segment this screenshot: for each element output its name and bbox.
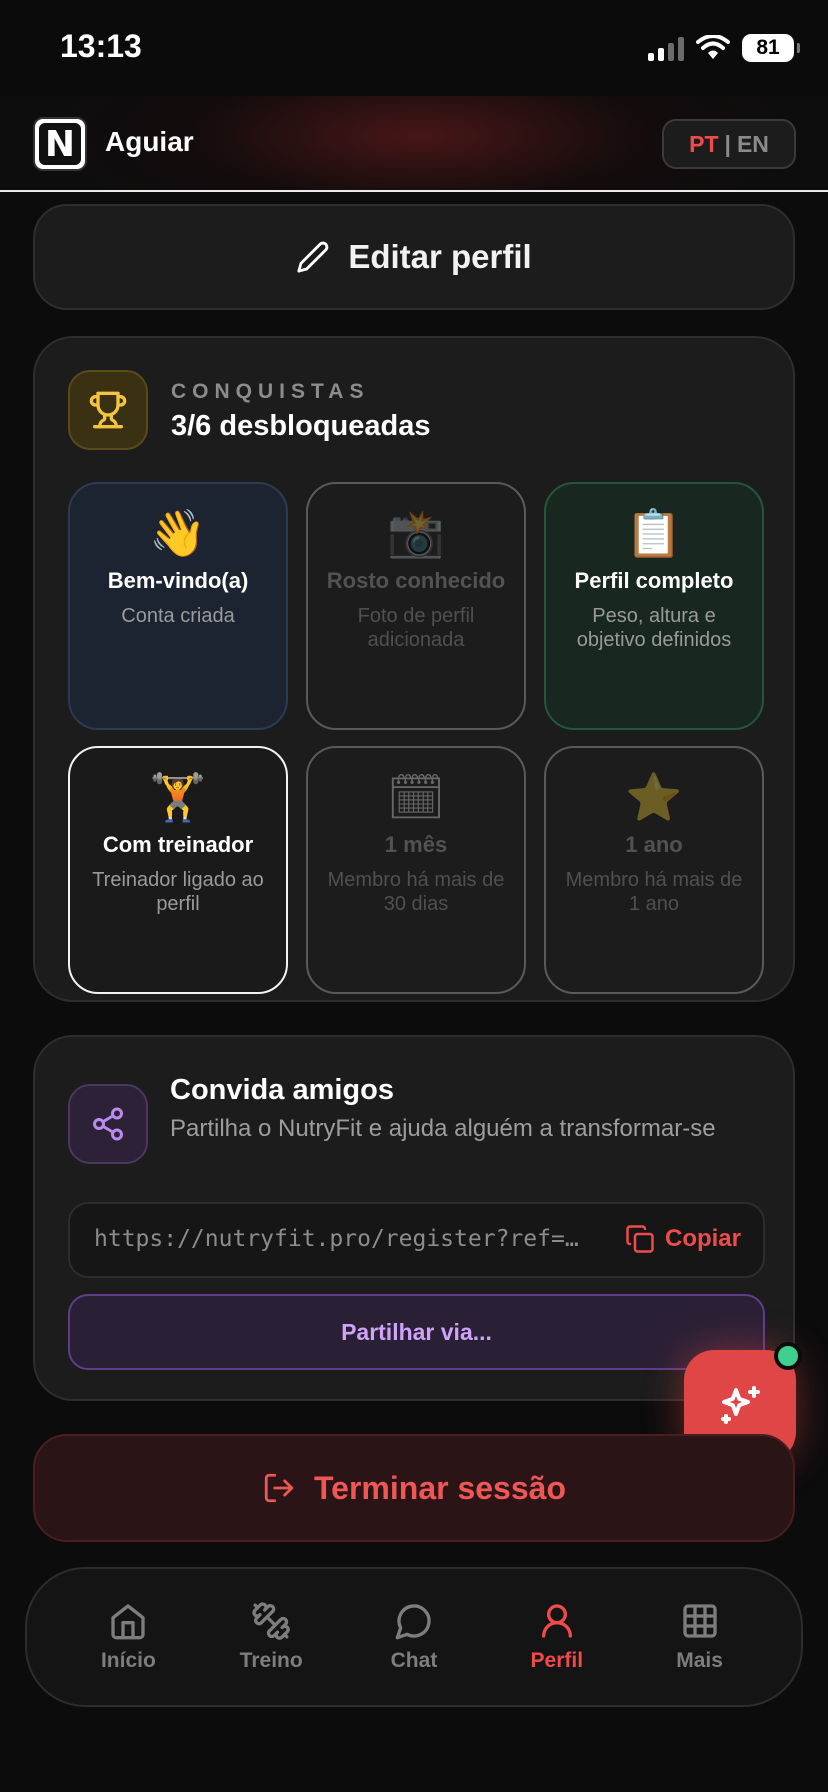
app-header: N Aguiar PT | EN [0,96,828,192]
nav-item-workout[interactable]: Treino [216,1601,326,1673]
calendar-icon: 🗓 [386,770,446,824]
share-icon [68,1084,148,1164]
referral-link-field[interactable]: https://nutryfit.pro/register?ref=aguiar… [68,1202,765,1278]
logout-label: Terminar sessão [314,1469,566,1506]
nav-label: Mais [676,1649,723,1672]
app-logo[interactable]: N [33,117,87,171]
user-name: Aguiar [105,126,194,157]
language-toggle[interactable]: PT | EN [662,119,796,169]
grid-icon [682,1604,717,1638]
achievement-known-face[interactable]: 📸 Rosto conhecido Foto de perfil adicion… [306,482,526,730]
star-icon: ⭐ [625,770,683,824]
sparkles-icon [721,1386,760,1424]
achievement-one-month[interactable]: 🗓 1 mês Membro há mais de 30 dias [306,746,526,994]
achievement-title: Bem-vindo(a) [107,568,249,593]
nav-label: Chat [390,1649,438,1672]
nav-label: Início [100,1649,156,1672]
bottom-nav: Início Treino Chat Perfil Mais [25,1567,803,1707]
pencil-icon [297,241,329,273]
referral-link[interactable]: https://nutryfit.pro/register?ref=aguiar [94,1226,589,1252]
home-icon [111,1604,146,1640]
signal-icon [648,35,684,61]
achievement-title: 1 ano [625,832,683,857]
achievement-desc: Treinador ligado ao perfil [92,869,264,915]
dumbbell-icon [252,1602,290,1640]
waving-hand-icon: 👋 [149,506,207,560]
copy-icon [626,1225,654,1253]
nav-label: Treino [239,1649,303,1672]
achievements-grid: 👋 Bem-vindo(a) Conta criada 📸 Rosto conh… [68,482,765,994]
edit-profile-label: Editar perfil [348,238,532,275]
wifi-icon [696,35,730,59]
status-bar: 13:13 81 [0,0,828,96]
achievement-one-year[interactable]: ⭐ 1 ano Membro há mais de 1 ano [544,746,764,994]
online-indicator [774,1342,802,1370]
logo-letter: N [44,123,76,165]
achievement-complete-profile[interactable]: 📋 Perfil completo Peso, altura e objetiv… [544,482,764,730]
invite-subtitle: Partilha o NutryFit e ajuda alguém a tra… [170,1115,716,1142]
nav-item-more[interactable]: Mais [645,1601,755,1673]
edit-profile-button[interactable]: Editar perfil [33,204,795,310]
clipboard-icon: 📋 [625,506,683,560]
achievement-desc: Membro há mais de 1 ano [565,869,743,915]
nav-item-chat[interactable]: Chat [359,1601,469,1673]
achievement-title: Com treinador [102,832,254,857]
user-icon [541,1604,572,1638]
achievement-desc: Foto de perfil adicionada [357,605,475,651]
achievements-card: CONQUISTAS 3/6 desbloqueadas 👋 Bem-vindo… [33,336,795,1002]
achievement-with-trainer[interactable]: 🏋 Com treinador Treinador ligado ao perf… [68,746,288,994]
share-via-button[interactable]: Partilhar via... [68,1294,765,1370]
copy-label: Copiar [664,1225,741,1252]
nav-label: Perfil [530,1649,584,1672]
achievement-welcome[interactable]: 👋 Bem-vindo(a) Conta criada [68,482,288,730]
achievement-desc: Conta criada [121,605,235,627]
logout-button[interactable]: Terminar sessão [33,1434,795,1542]
lang-pt-option[interactable]: PT [689,131,718,158]
nav-item-home[interactable]: Início [73,1601,183,1673]
lang-en-option[interactable]: EN [737,131,769,158]
achievement-desc: Membro há mais de 30 dias [327,869,505,915]
achievements-kicker: CONQUISTAS [171,380,370,403]
status-icons: 81 [648,34,800,62]
achievement-desc: Peso, altura e objetivo definidos [576,605,732,651]
lang-separator: | [724,130,731,157]
achievements-count: 3/6 desbloqueadas [171,410,431,442]
copy-button[interactable]: Copiar [625,1224,741,1254]
achievement-title: 1 mês [384,832,448,857]
camera-icon: 📸 [387,506,445,560]
achievement-title: Rosto conhecido [326,568,506,593]
trophy-icon [68,370,148,450]
logout-icon [264,1473,294,1503]
weightlifter-icon: 🏋 [149,770,207,824]
status-time: 13:13 [60,28,142,64]
nav-item-profile[interactable]: Perfil [502,1601,612,1673]
invite-card: Convida amigos Partilha o NutryFit e aju… [33,1035,795,1401]
invite-title: Convida amigos [170,1074,394,1106]
chat-icon [395,1604,431,1640]
battery-indicator: 81 [742,34,800,62]
achievement-title: Perfil completo [574,568,734,593]
